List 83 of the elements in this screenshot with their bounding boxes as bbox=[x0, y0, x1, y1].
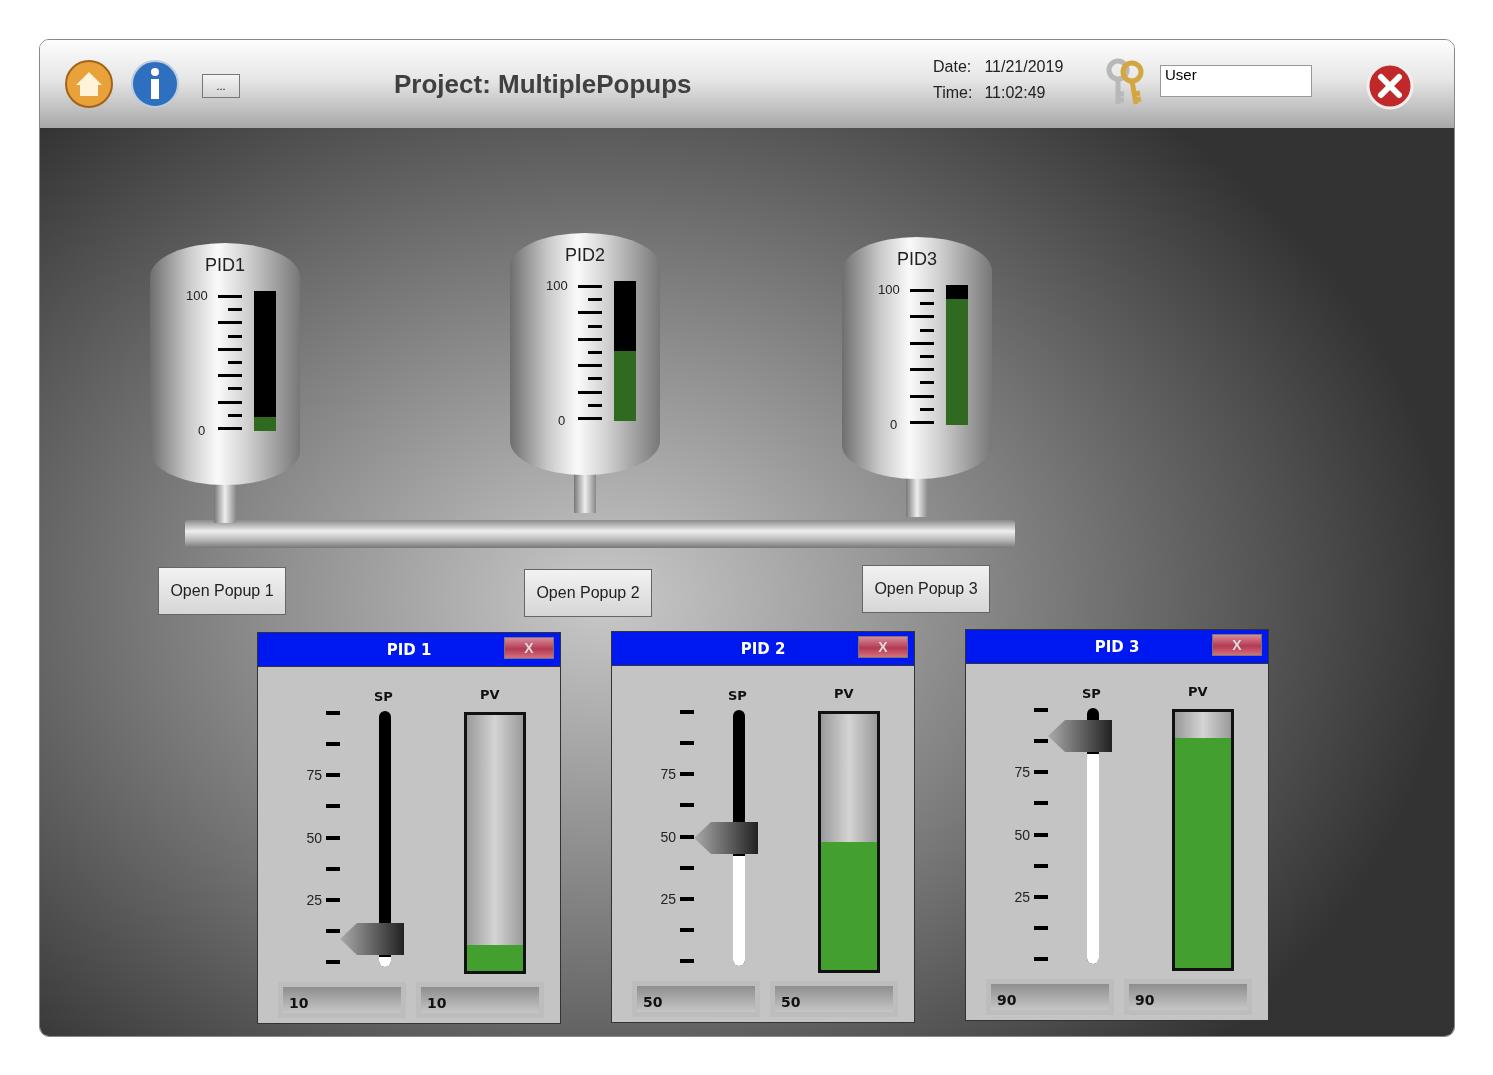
open-popup-button[interactable]: Open Popup 1 bbox=[158, 567, 286, 615]
pv-value-field: 90 bbox=[1124, 979, 1252, 1015]
scale-tick bbox=[680, 834, 694, 839]
scale-tick bbox=[680, 710, 694, 714]
scale-label: 75 bbox=[1014, 764, 1030, 781]
date-value: 11/21/2019 bbox=[984, 58, 1064, 76]
pv-label: PV bbox=[480, 687, 500, 702]
open-popup-button[interactable]: Open Popup 3 bbox=[862, 565, 990, 613]
pv-value-field: 50 bbox=[770, 981, 898, 1017]
date-label: Date: bbox=[933, 58, 973, 76]
scale-tick bbox=[1034, 925, 1048, 930]
close-button[interactable]: X bbox=[1212, 634, 1262, 656]
scale-label: 25 bbox=[1014, 888, 1030, 905]
close-icon[interactable] bbox=[1366, 62, 1414, 110]
open-popup-button[interactable]: Open Popup 2 bbox=[524, 569, 652, 617]
pipe-connector bbox=[214, 483, 236, 523]
scale-tick bbox=[326, 897, 340, 902]
scale-tick bbox=[680, 959, 694, 963]
scale-tick bbox=[1034, 801, 1048, 806]
scale-tick bbox=[1034, 770, 1048, 775]
scale-tick bbox=[326, 960, 340, 964]
time-value: 11:02:49 bbox=[984, 84, 1047, 102]
scale-label: 0 bbox=[198, 423, 206, 438]
tank-label: PID1 bbox=[204, 255, 246, 276]
scale-label: 100 bbox=[186, 288, 208, 303]
scale-label: 100 bbox=[878, 282, 900, 297]
scale-tick bbox=[326, 742, 340, 747]
project-title: Project: MultiplePopups bbox=[394, 68, 692, 100]
user-field[interactable]: User bbox=[1160, 65, 1312, 97]
slider-thumb[interactable] bbox=[1047, 719, 1113, 753]
sp-label: SP bbox=[728, 688, 747, 703]
pv-label: PV bbox=[1188, 684, 1208, 699]
scale-tick bbox=[680, 803, 694, 808]
scale-label: 50 bbox=[660, 828, 676, 845]
time-label: Time: bbox=[933, 84, 973, 102]
scale-label: 50 bbox=[1014, 826, 1030, 843]
sp-label: SP bbox=[374, 689, 393, 704]
scale-tick bbox=[1034, 739, 1048, 744]
scale-tick bbox=[326, 835, 340, 840]
scale-tick bbox=[680, 741, 694, 746]
sp-value-field[interactable]: 10 bbox=[278, 982, 406, 1018]
pv-label: PV bbox=[834, 686, 854, 701]
scale-tick bbox=[326, 773, 340, 778]
scale-label: 50 bbox=[306, 829, 322, 846]
scale-tick bbox=[326, 711, 340, 715]
popup-title: PID 2 bbox=[740, 639, 786, 658]
close-button[interactable]: X bbox=[504, 637, 554, 659]
tank-label: PID2 bbox=[564, 245, 606, 266]
tank-label: PID3 bbox=[896, 249, 938, 270]
scale-tick bbox=[1034, 957, 1048, 961]
slider-thumb[interactable] bbox=[693, 821, 759, 855]
scale-tick bbox=[1034, 894, 1048, 899]
more-button[interactable]: ... bbox=[202, 74, 240, 98]
scale-label: 75 bbox=[306, 767, 322, 784]
sp-value-field[interactable]: 90 bbox=[986, 979, 1114, 1015]
scale-tick bbox=[680, 772, 694, 777]
scale-label: 25 bbox=[306, 891, 322, 908]
scale-label: 25 bbox=[660, 890, 676, 907]
slider-thumb[interactable] bbox=[339, 922, 405, 956]
scale-label: 0 bbox=[890, 417, 898, 432]
scale-tick bbox=[326, 928, 340, 933]
scale-tick bbox=[326, 866, 340, 871]
close-button[interactable]: X bbox=[858, 636, 908, 658]
info-icon[interactable] bbox=[130, 59, 180, 109]
sp-label: SP bbox=[1082, 686, 1101, 701]
sp-value-field[interactable]: 50 bbox=[632, 981, 760, 1017]
scale-tick bbox=[1034, 863, 1048, 868]
scale-tick bbox=[680, 927, 694, 932]
scale-label: 0 bbox=[558, 413, 566, 428]
scale-tick bbox=[680, 896, 694, 901]
scale-tick bbox=[680, 865, 694, 870]
popup-title: PID 1 bbox=[386, 640, 432, 659]
popup-title: PID 3 bbox=[1094, 637, 1140, 656]
scale-label: 75 bbox=[660, 766, 676, 783]
slider-fill bbox=[379, 957, 391, 967]
pipe-connector bbox=[906, 477, 928, 517]
scale-label: 100 bbox=[546, 278, 568, 293]
scale-tick bbox=[326, 804, 340, 809]
scale-tick bbox=[1034, 708, 1048, 712]
home-icon[interactable] bbox=[64, 59, 114, 109]
pv-value-field: 10 bbox=[416, 982, 544, 1018]
scale-tick bbox=[1034, 832, 1048, 837]
pipe-connector bbox=[574, 473, 596, 513]
